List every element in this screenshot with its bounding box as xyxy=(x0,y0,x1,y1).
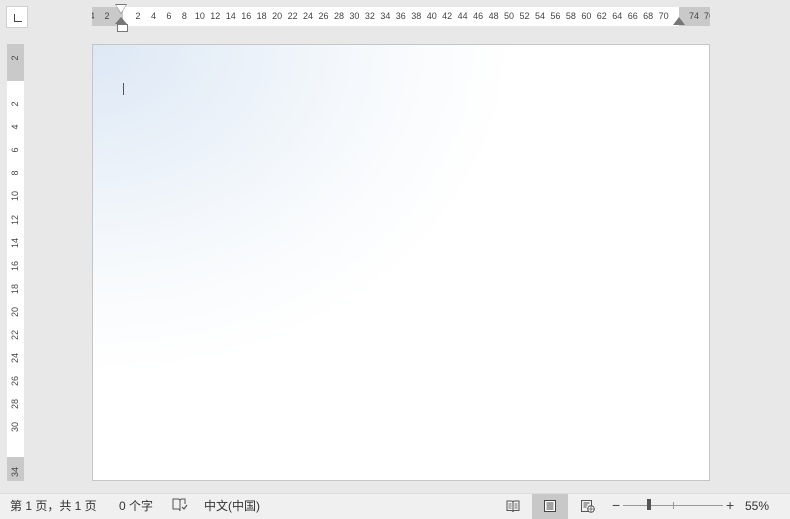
proofing-book-icon[interactable] xyxy=(172,498,188,512)
web-layout-button[interactable] xyxy=(569,494,605,519)
ruler-tick-label: 70 xyxy=(658,11,669,21)
web-layout-icon xyxy=(581,500,595,513)
language-status[interactable]: 中文(中国) xyxy=(204,498,260,514)
ruler-tick-label: 26 xyxy=(10,376,20,387)
ruler-tick-label: 28 xyxy=(333,11,344,21)
ruler-tick-label: 74 xyxy=(688,11,700,21)
ruler-top-margin xyxy=(7,44,24,81)
ruler-tick-label: 60 xyxy=(581,11,592,21)
print-layout-button[interactable] xyxy=(532,494,568,519)
ruler-tick-label: 22 xyxy=(10,329,20,341)
ruler-tick-label: 16 xyxy=(241,11,252,21)
zoom-percent-label[interactable]: 55% xyxy=(745,498,769,514)
ruler-tick-label: 62 xyxy=(596,11,607,21)
ruler-tick-label: 54 xyxy=(534,11,545,21)
ruler-tick-label: 4 xyxy=(10,124,20,130)
ruler-tick-label: 46 xyxy=(473,11,484,21)
ruler-tick-label: 18 xyxy=(256,11,267,21)
ruler-tick-label: 20 xyxy=(272,11,283,21)
document-page[interactable] xyxy=(92,44,710,481)
ruler-tick-label: 64 xyxy=(612,11,623,21)
left-indent-marker[interactable] xyxy=(117,24,128,32)
ruler-tick-label: 22 xyxy=(287,11,298,21)
ruler-tick-label: 20 xyxy=(10,306,20,317)
ruler-tick-label: 16 xyxy=(10,260,20,271)
ruler-tick-label: 4 xyxy=(150,11,156,21)
ruler-tick-label: 28 xyxy=(10,399,20,410)
ruler-tick-label: 66 xyxy=(627,11,638,21)
vertical-ruler[interactable]: 2 2 4 6 8 10 12 14 16 18 20 22 24 26 28 30 34 xyxy=(7,44,24,481)
ruler-tick-label: 58 xyxy=(565,11,576,21)
zoom-in-button[interactable]: + xyxy=(726,497,734,513)
ruler-tick-label: 30 xyxy=(10,422,20,433)
ruler-tick-label: 2 xyxy=(10,101,20,107)
ruler-tick-label: 10 xyxy=(10,191,20,202)
ruler-tick-label: 76 xyxy=(703,11,710,21)
ruler-tick-label: 68 xyxy=(643,11,654,21)
read-mode-button[interactable] xyxy=(495,494,531,519)
ruler-tick-label: 36 xyxy=(395,11,406,21)
ruler-tick-label: 14 xyxy=(10,237,20,248)
ruler-tick-label: 6 xyxy=(10,147,20,153)
right-indent-marker[interactable] xyxy=(673,17,685,25)
ruler-tick-label: 42 xyxy=(442,11,453,21)
tab-stop-selector[interactable] xyxy=(6,6,28,28)
zoom-out-button[interactable]: − xyxy=(612,497,620,513)
ruler-tick-label: 52 xyxy=(519,11,530,21)
page-count-status[interactable]: 第 1 页，共 1 页 xyxy=(10,498,97,514)
ruler-tick-label: 2 xyxy=(10,55,20,61)
ruler-tick-label: 6 xyxy=(166,11,172,21)
ruler-tick-label: 8 xyxy=(181,11,187,21)
ruler-tick-label: 48 xyxy=(488,11,499,21)
print-layout-icon xyxy=(544,500,556,512)
zoom-slider-center-mark xyxy=(673,502,674,509)
ruler-tick-label: 50 xyxy=(504,11,515,21)
horizontal-ruler[interactable]: 4224681012141618202224262830323436384042… xyxy=(92,7,710,26)
ruler-tick-label: 4 xyxy=(92,11,95,21)
ruler-tick-label: 24 xyxy=(10,353,20,364)
word-count-status[interactable]: 0 个字 xyxy=(119,498,153,514)
ruler-tick-label: 24 xyxy=(303,11,314,21)
ruler-tick-label: 56 xyxy=(550,11,561,21)
ruler-tick-label: 18 xyxy=(10,283,20,294)
hanging-indent-marker[interactable] xyxy=(115,17,127,24)
ruler-tick-label: 10 xyxy=(194,11,205,21)
ruler-tick-label: 12 xyxy=(10,214,20,225)
ruler-tick-label: 34 xyxy=(10,466,20,478)
ruler-tick-label: 38 xyxy=(411,11,422,21)
ruler-tick-label: 2 xyxy=(135,11,141,21)
ruler-tick-label: 26 xyxy=(318,11,329,21)
ruler-tick-label: 8 xyxy=(10,170,20,176)
ruler-tick-label: 32 xyxy=(364,11,375,21)
ruler-tick-label: 14 xyxy=(225,11,236,21)
ruler-tick-label: 34 xyxy=(380,11,391,21)
text-cursor xyxy=(123,83,124,95)
status-bar: 第 1 页，共 1 页 0 个字 中文(中国) − + 55% xyxy=(0,493,790,519)
ruler-tick-label: 44 xyxy=(457,11,468,21)
read-mode-icon xyxy=(506,500,520,513)
left-tab-icon xyxy=(14,14,22,22)
first-line-indent-marker[interactable] xyxy=(116,5,126,13)
ruler-tick-label: 12 xyxy=(210,11,221,21)
ruler-tick-label: 2 xyxy=(104,11,110,21)
zoom-slider-thumb[interactable] xyxy=(647,499,651,510)
ruler-tick-label: 40 xyxy=(426,11,437,21)
ruler-tick-label: 30 xyxy=(349,11,360,21)
